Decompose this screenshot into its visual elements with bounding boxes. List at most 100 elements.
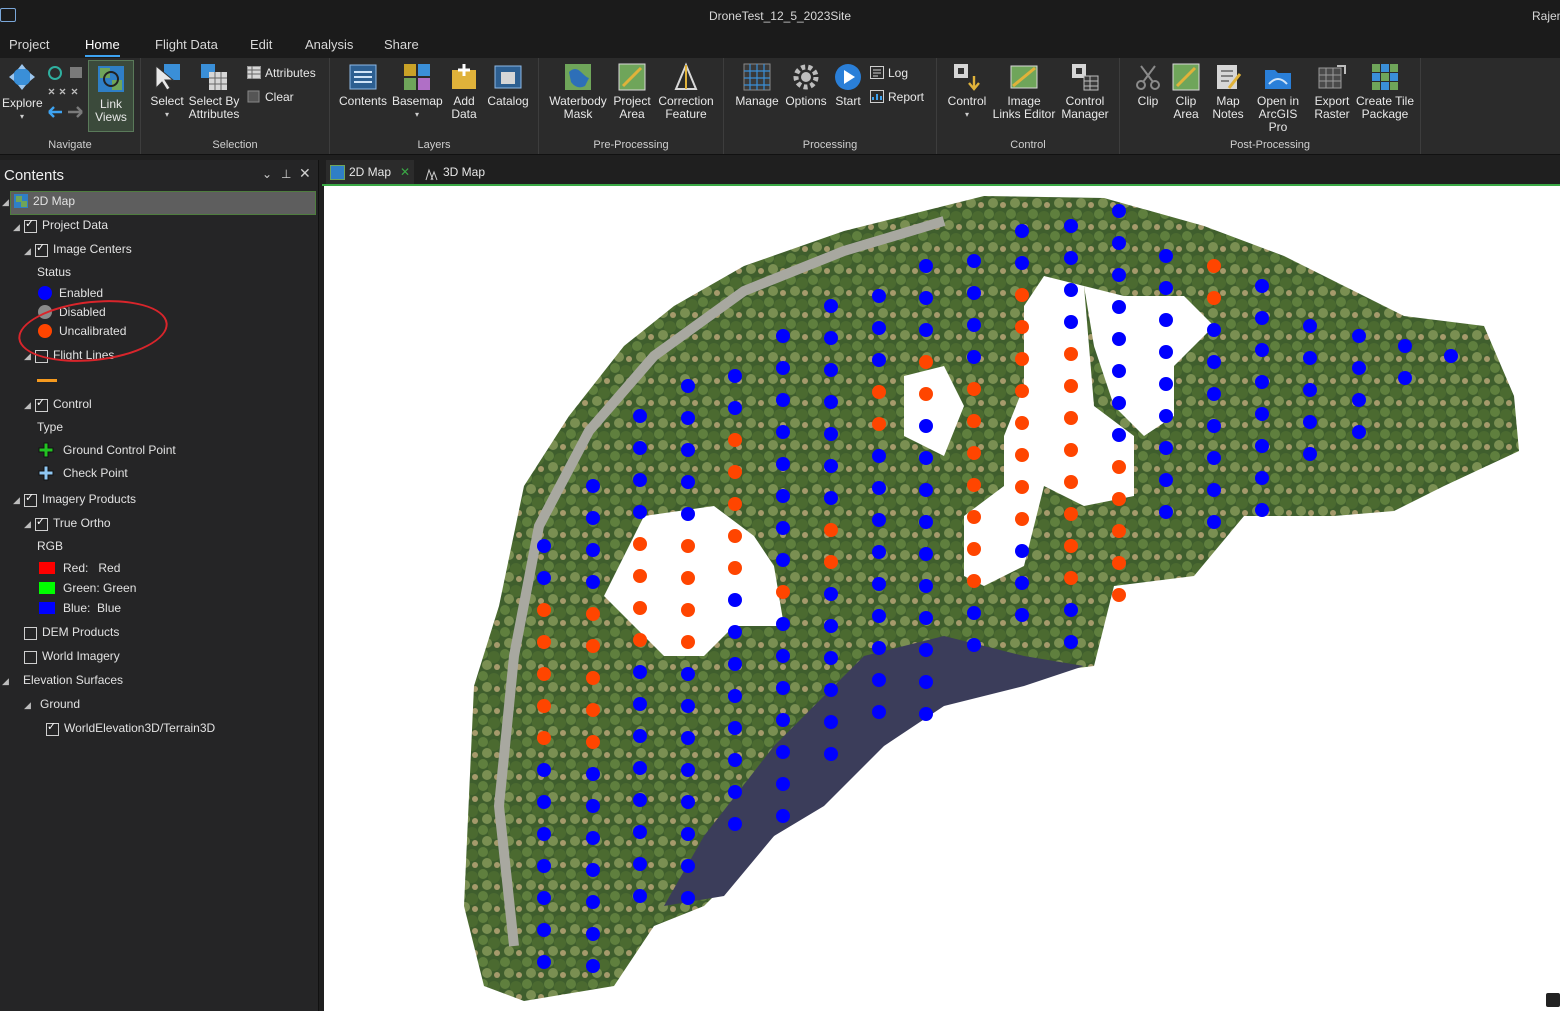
image-center-point[interactable] — [1159, 345, 1173, 359]
image-center-point[interactable] — [537, 603, 551, 617]
image-center-point[interactable] — [1112, 268, 1126, 282]
image-center-point[interactable] — [1064, 443, 1078, 457]
image-center-point[interactable] — [1303, 383, 1317, 397]
image-center-point[interactable] — [633, 825, 647, 839]
image-center-point[interactable] — [872, 577, 886, 591]
image-center-point[interactable] — [586, 671, 600, 685]
image-centers-layer[interactable]: Image Centers — [53, 239, 132, 259]
image-center-point[interactable] — [586, 895, 600, 909]
image-center-point[interactable] — [824, 523, 838, 537]
image-center-point[interactable] — [586, 639, 600, 653]
image-center-point[interactable] — [967, 478, 981, 492]
image-center-point[interactable] — [1352, 425, 1366, 439]
collapse-icon[interactable]: ◢ — [24, 400, 31, 411]
image-center-point[interactable] — [1159, 377, 1173, 391]
bus-icon[interactable] — [1546, 993, 1560, 1007]
image-center-point[interactable] — [1207, 355, 1221, 369]
image-center-point[interactable] — [633, 697, 647, 711]
image-center-point[interactable] — [1255, 375, 1269, 389]
image-center-point[interactable] — [586, 575, 600, 589]
image-center-point[interactable] — [728, 433, 742, 447]
pin-icon[interactable]: ⊥ — [281, 167, 291, 181]
image-center-point[interactable] — [1207, 259, 1221, 273]
map-canvas[interactable] — [324, 186, 1560, 1011]
image-center-point[interactable] — [537, 859, 551, 873]
image-center-point[interactable] — [776, 457, 790, 471]
image-center-point[interactable] — [1015, 224, 1029, 238]
world-imagery-checkbox[interactable] — [24, 651, 37, 664]
image-center-point[interactable] — [776, 553, 790, 567]
image-center-point[interactable] — [1015, 576, 1029, 590]
image-center-point[interactable] — [824, 587, 838, 601]
image-center-point[interactable] — [1015, 448, 1029, 462]
image-center-point[interactable] — [681, 411, 695, 425]
image-center-point[interactable] — [824, 491, 838, 505]
image-center-point[interactable] — [1064, 475, 1078, 489]
image-center-point[interactable] — [919, 387, 933, 401]
elevation-surfaces-layer[interactable]: Elevation Surfaces — [23, 670, 123, 690]
dem-products-layer[interactable]: DEM Products — [42, 622, 119, 642]
image-center-point[interactable] — [1015, 512, 1029, 526]
chevron-down-icon[interactable]: ⌄ — [262, 167, 272, 181]
image-center-point[interactable] — [919, 355, 933, 369]
image-center-point[interactable] — [776, 425, 790, 439]
collapse-icon[interactable]: ◢ — [24, 700, 31, 711]
image-center-point[interactable] — [1064, 411, 1078, 425]
image-center-point[interactable] — [919, 451, 933, 465]
export-raster-button[interactable]: Export Raster — [1308, 62, 1356, 121]
image-center-point[interactable] — [1159, 473, 1173, 487]
image-center-point[interactable] — [1015, 384, 1029, 398]
image-center-point[interactable] — [1064, 219, 1078, 233]
image-center-point[interactable] — [586, 959, 600, 973]
ground-layer[interactable]: Ground — [40, 694, 80, 714]
tab-home[interactable]: Home — [85, 37, 120, 57]
image-center-point[interactable] — [872, 417, 886, 431]
image-center-point[interactable] — [824, 619, 838, 633]
image-center-point[interactable] — [1112, 332, 1126, 346]
image-center-point[interactable] — [681, 507, 695, 521]
image-center-point[interactable] — [824, 331, 838, 345]
image-center-point[interactable] — [967, 318, 981, 332]
image-center-point[interactable] — [1207, 483, 1221, 497]
image-center-point[interactable] — [919, 675, 933, 689]
image-center-point[interactable] — [537, 731, 551, 745]
image-center-point[interactable] — [872, 609, 886, 623]
image-center-point[interactable] — [1112, 524, 1126, 538]
tab-2d-map[interactable]: 2D Map ✕ — [326, 160, 414, 184]
control-checkbox[interactable] — [35, 396, 48, 412]
image-center-point[interactable] — [824, 715, 838, 729]
imagery-products-layer[interactable]: Imagery Products — [42, 489, 136, 509]
image-center-point[interactable] — [586, 799, 600, 813]
project-data-layer[interactable]: Project Data — [42, 215, 108, 235]
control-button[interactable]: Control ▾ — [943, 62, 991, 121]
tab-3d-map[interactable]: 3D Map — [422, 160, 492, 184]
image-center-point[interactable] — [728, 497, 742, 511]
image-center-point[interactable] — [824, 395, 838, 409]
project-data-checkbox[interactable] — [24, 217, 37, 233]
image-center-point[interactable] — [776, 489, 790, 503]
image-center-point[interactable] — [1255, 343, 1269, 357]
image-links-editor-button[interactable]: Image Links Editor — [991, 62, 1057, 121]
image-center-point[interactable] — [1207, 451, 1221, 465]
collapse-icon[interactable]: ◢ — [24, 519, 31, 530]
image-center-point[interactable] — [1255, 311, 1269, 325]
image-center-point[interactable] — [586, 479, 600, 493]
contents-button[interactable]: Contents — [338, 62, 388, 108]
image-center-point[interactable] — [728, 465, 742, 479]
image-center-point[interactable] — [537, 795, 551, 809]
image-center-point[interactable] — [1255, 407, 1269, 421]
image-center-point[interactable] — [1159, 313, 1173, 327]
log-button[interactable]: Log — [870, 64, 908, 82]
image-center-point[interactable] — [586, 927, 600, 941]
image-center-point[interactable] — [1112, 428, 1126, 442]
image-center-point[interactable] — [1015, 416, 1029, 430]
image-center-point[interactable] — [633, 441, 647, 455]
link-views-button[interactable]: Link Views — [88, 60, 134, 132]
collapse-icon[interactable]: ◢ — [13, 495, 20, 506]
add-data-button[interactable]: Add Data — [446, 62, 482, 121]
tab-project[interactable]: Project — [9, 37, 49, 52]
tab-share[interactable]: Share — [384, 37, 419, 52]
image-center-point[interactable] — [537, 539, 551, 553]
image-center-point[interactable] — [1207, 515, 1221, 529]
image-center-point[interactable] — [1255, 279, 1269, 293]
